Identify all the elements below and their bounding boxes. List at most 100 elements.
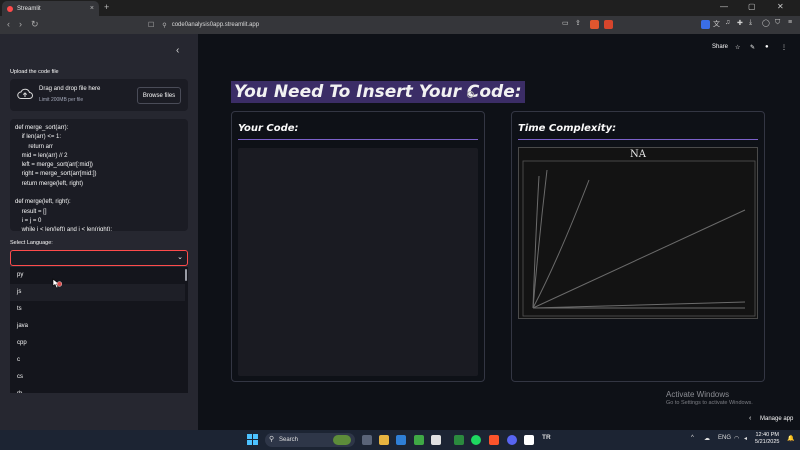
- file-dropzone[interactable]: Drag and drop file here Limit 200MB per …: [10, 79, 188, 111]
- close-window-icon[interactable]: ✕: [777, 2, 784, 11]
- taskbar-clock[interactable]: 12:40 PM 5/21/2025: [755, 432, 779, 446]
- dropzone-title: Drag and drop file here: [39, 86, 101, 92]
- language-option-js[interactable]: js: [10, 284, 185, 301]
- cast-icon[interactable]: ▭: [562, 19, 569, 27]
- manage-app-chevron-icon[interactable]: ‹: [749, 415, 751, 422]
- share-button[interactable]: Share: [712, 44, 728, 50]
- tab-close-icon[interactable]: ×: [90, 5, 94, 12]
- back-icon[interactable]: ‹: [7, 19, 10, 29]
- music-icon[interactable]: ♫: [725, 19, 730, 26]
- star-icon[interactable]: ☆: [735, 44, 740, 51]
- wifi-icon[interactable]: ◠: [734, 435, 739, 442]
- dropzone-limit: Limit 200MB per file: [39, 97, 84, 103]
- language-label: Select Language:: [10, 240, 53, 246]
- your-code-panel: Your Code:: [231, 111, 485, 382]
- tr-app-icon[interactable]: TR: [542, 434, 551, 441]
- curve-linear: [532, 209, 746, 309]
- browser-tab-bar: Streamlit × + — ▢ ✕: [0, 0, 800, 16]
- complexity-plot-svg: [522, 160, 756, 317]
- help-icon[interactable]: ?: [467, 91, 474, 98]
- clock-date: 5/21/2025: [755, 439, 780, 445]
- language-option-ts[interactable]: ts: [10, 301, 185, 318]
- notification-icon[interactable]: 🔔: [787, 435, 794, 442]
- onedrive-icon[interactable]: ☁: [704, 435, 710, 442]
- spotify-icon[interactable]: [471, 435, 481, 445]
- reload-icon[interactable]: ↻: [31, 19, 39, 30]
- task-view-icon[interactable]: [362, 435, 372, 445]
- maximize-icon[interactable]: ▢: [748, 2, 756, 11]
- language-dropdown: py js ts java cpp c cs rb: [10, 267, 188, 393]
- pycharm-icon[interactable]: [414, 435, 424, 445]
- brave-icon[interactable]: [489, 435, 499, 445]
- extension-icon[interactable]: [701, 20, 710, 29]
- language-option-py[interactable]: py: [10, 267, 185, 284]
- share-page-icon[interactable]: ⇪: [575, 19, 581, 27]
- browse-files-button[interactable]: Browse files: [137, 87, 181, 104]
- github-icon[interactable]: ●: [765, 44, 769, 50]
- obs-icon[interactable]: [524, 435, 534, 445]
- watermark-subtitle: Go to Settings to activate Windows.: [666, 400, 753, 406]
- file-explorer-icon[interactable]: [379, 435, 389, 445]
- url-field[interactable]: ☐ ⚲ code0analysis0app.streamlit.app: [148, 18, 618, 32]
- search-highlight-icon: [333, 435, 351, 445]
- brave-rewards-icon[interactable]: [604, 20, 613, 29]
- curve-exponential: [532, 175, 540, 309]
- search-placeholder: Search: [279, 437, 299, 443]
- clock-time: 12:40 PM: [755, 432, 779, 438]
- dropdown-scrollbar[interactable]: [185, 269, 187, 281]
- mouse-cursor-icon: [52, 278, 62, 289]
- curve-quadratic: [532, 169, 548, 309]
- minimize-icon[interactable]: —: [720, 2, 728, 11]
- language-option-rb[interactable]: rb: [10, 386, 185, 393]
- language-option-java[interactable]: java: [10, 318, 185, 335]
- puzzle-icon[interactable]: ✚: [737, 19, 743, 27]
- edit-icon[interactable]: ✎: [750, 44, 755, 51]
- code-textarea[interactable]: def merge_sort(arr): if len(arr) <= 1: r…: [10, 119, 188, 231]
- tab-title: Streamlit: [17, 5, 41, 12]
- volume-icon[interactable]: ◂: [744, 435, 747, 442]
- keyboard-language[interactable]: ENG: [718, 435, 731, 441]
- notion-icon[interactable]: [431, 435, 441, 445]
- plot-title: NA: [630, 149, 646, 160]
- show-hidden-icons[interactable]: ^: [691, 435, 694, 441]
- profile-icon[interactable]: ◯: [762, 19, 770, 27]
- new-tab-button[interactable]: +: [104, 2, 109, 12]
- site-info-icon[interactable]: ⚲: [162, 22, 166, 29]
- language-select[interactable]: ⌄: [10, 250, 188, 266]
- watermark-title: Activate Windows: [666, 390, 730, 399]
- taskbar-search[interactable]: ⚲ Search: [265, 433, 355, 447]
- chatgpt-icon[interactable]: [454, 435, 464, 445]
- collapse-sidebar-icon[interactable]: ‹: [176, 45, 179, 56]
- browser-address-bar: ‹ › ↻ ☐ ⚲ code0analysis0app.streamlit.ap…: [0, 16, 800, 34]
- plot-frame: [522, 160, 756, 317]
- windows-start-icon[interactable]: [247, 434, 258, 445]
- upload-label: Upload the code file: [10, 69, 59, 75]
- time-complexity-title: Time Complexity:: [518, 123, 617, 134]
- time-complexity-divider: [518, 139, 758, 140]
- manage-app-button[interactable]: Manage app: [760, 416, 793, 422]
- discord-icon[interactable]: [507, 435, 517, 445]
- download-icon[interactable]: ⤓: [749, 19, 752, 27]
- language-option-cs[interactable]: cs: [10, 369, 185, 386]
- more-options-icon[interactable]: ⋮: [781, 44, 787, 51]
- screen: Streamlit × + — ▢ ✕ ‹ › ↻ ☐ ⚲ code0analy…: [0, 0, 800, 450]
- language-option-cpp[interactable]: cpp: [10, 335, 185, 352]
- url-text: code0analysis0app.streamlit.app: [171, 22, 260, 28]
- forward-icon[interactable]: ›: [19, 19, 22, 29]
- language-option-c[interactable]: c: [10, 352, 185, 369]
- chevron-down-icon: ⌄: [177, 254, 183, 261]
- your-code-divider: [238, 139, 478, 140]
- translate-icon[interactable]: 文: [713, 19, 720, 29]
- sidebar: ‹ Upload the code file Drag and drop fil…: [0, 34, 198, 430]
- menu-icon[interactable]: ≡: [788, 19, 792, 26]
- curve-n-log-n: [532, 179, 590, 309]
- vpn-icon[interactable]: ⛉: [775, 19, 780, 27]
- activate-windows-watermark: Activate Windows Go to Settings to activ…: [666, 390, 753, 406]
- time-complexity-panel: Time Complexity: NA: [511, 111, 765, 382]
- your-code-title: Your Code:: [238, 123, 299, 134]
- search-icon: ⚲: [269, 436, 275, 443]
- vscode-icon[interactable]: [396, 435, 406, 445]
- brave-shield-icon[interactable]: [590, 20, 599, 29]
- bookmark-icon[interactable]: ☐: [148, 21, 154, 29]
- browser-tab[interactable]: Streamlit ×: [2, 1, 99, 16]
